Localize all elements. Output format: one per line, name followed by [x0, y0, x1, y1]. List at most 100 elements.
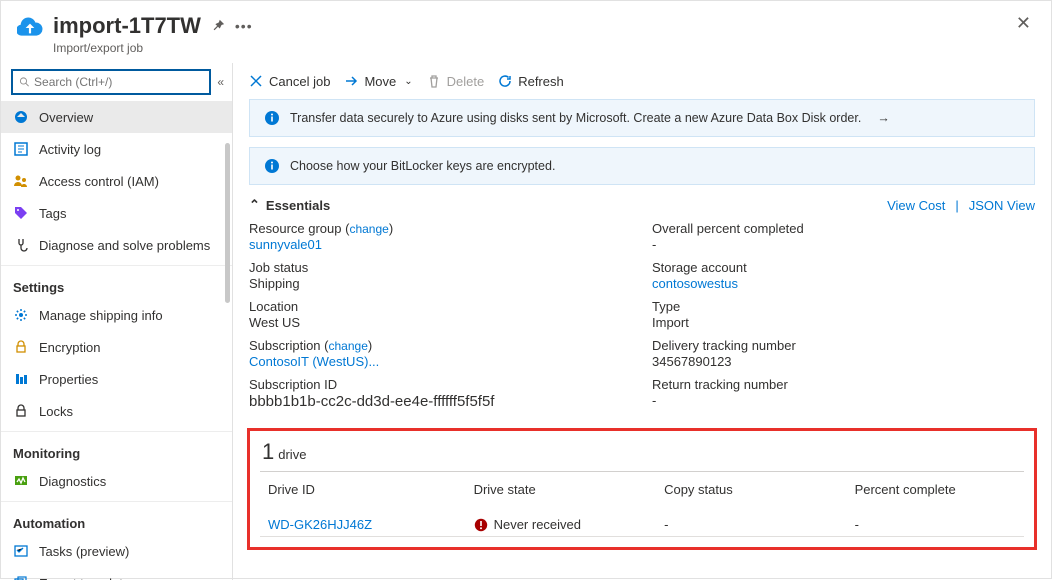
nav: Overview Activity log Access control (IA… — [1, 101, 232, 580]
view-cost-link[interactable]: View Cost — [887, 198, 945, 213]
banner-text: Transfer data securely to Azure using di… — [290, 111, 861, 125]
copy-status-cell: - — [658, 507, 847, 534]
collapse-sidebar-icon[interactable]: « — [217, 75, 224, 89]
nav-label: Diagnose and solve problems — [39, 238, 210, 253]
sidebar-item-locks[interactable]: Locks — [1, 395, 232, 427]
import-export-icon — [17, 15, 43, 41]
databox-banner[interactable]: Transfer data securely to Azure using di… — [249, 99, 1035, 137]
pin-icon[interactable] — [211, 18, 225, 35]
return-value: - — [652, 393, 1035, 408]
cancel-job-button[interactable]: Cancel job — [249, 74, 330, 89]
nav-label: Tags — [39, 206, 66, 221]
drive-state-text: Never received — [494, 517, 581, 532]
divider — [1, 265, 232, 266]
blade-header: import-1T7TW ••• Import/export job ✕ — [1, 1, 1051, 63]
section-automation: Automation — [1, 506, 232, 535]
refresh-icon — [498, 74, 512, 88]
delete-button: Delete — [427, 74, 485, 89]
chevron-down-icon: ⌄ — [404, 76, 412, 87]
button-label: Delete — [447, 74, 485, 89]
arrow-right-icon: → — [877, 111, 890, 125]
pct-label: Overall percent completed — [652, 221, 1035, 236]
sidebar-item-overview[interactable]: Overview — [1, 101, 232, 133]
refresh-button[interactable]: Refresh — [498, 74, 564, 89]
json-view-link[interactable]: JSON View — [969, 198, 1035, 213]
banner-text: Choose how your BitLocker keys are encry… — [290, 159, 555, 173]
return-label: Return tracking number — [652, 377, 1035, 392]
subid-label: Subscription ID — [249, 377, 632, 392]
divider: | — [955, 198, 958, 213]
change-link[interactable]: change — [329, 339, 368, 353]
command-bar: Cancel job Move ⌄ Delete Refresh — [233, 63, 1051, 99]
delivery-value: 34567890123 — [652, 354, 1035, 369]
drives-title: 1 drive — [262, 439, 1024, 465]
move-button[interactable]: Move ⌄ — [344, 74, 412, 89]
search-input-wrapper[interactable] — [11, 69, 211, 95]
sidebar-item-encryption[interactable]: Encryption — [1, 331, 232, 363]
storage-value[interactable]: contosowestus — [652, 276, 1035, 291]
bitlocker-banner[interactable]: Choose how your BitLocker keys are encry… — [249, 147, 1035, 185]
nav-label: Properties — [39, 372, 98, 387]
sidebar-item-iam[interactable]: Access control (IAM) — [1, 165, 232, 197]
table-row: WD-GK26HJJ46Z Never received - - — [262, 507, 1022, 534]
subid-value: bbbb1b1b-cc2c-dd3d-ee4e-ffffff5f5f5f — [249, 393, 632, 410]
move-icon — [344, 74, 358, 88]
info-icon — [264, 110, 280, 126]
activity-log-icon — [13, 141, 29, 157]
search-icon — [19, 76, 30, 88]
drive-state-cell: Never received — [468, 507, 657, 534]
location-value: West US — [249, 315, 632, 330]
more-menu-icon[interactable]: ••• — [235, 18, 253, 34]
nav-label: Encryption — [39, 340, 100, 355]
delivery-label: Delivery tracking number — [652, 338, 1035, 353]
sidebar-item-properties[interactable]: Properties — [1, 363, 232, 395]
iam-icon — [13, 173, 29, 189]
rg-label: Resource group — [249, 221, 342, 236]
sub-value[interactable]: ContosoIT (WestUS)... — [249, 354, 632, 369]
col-percent-complete: Percent complete — [849, 474, 1022, 505]
sidebar-item-tasks[interactable]: Tasks (preview) — [1, 535, 232, 567]
pct-value: - — [652, 237, 1035, 252]
gear-icon — [13, 307, 29, 323]
jobstatus-value: Shipping — [249, 276, 632, 291]
nav-label: Activity log — [39, 142, 101, 157]
sidebar-item-activity-log[interactable]: Activity log — [1, 133, 232, 165]
lock-icon — [13, 339, 29, 355]
divider — [1, 501, 232, 502]
sub-label: Subscription — [249, 338, 321, 353]
section-monitoring: Monitoring — [1, 436, 232, 465]
nav-label: Tasks (preview) — [39, 544, 129, 559]
sidebar: « Overview Activity log Access control (… — [1, 63, 233, 580]
drive-id-link[interactable]: WD-GK26HJJ46Z — [262, 507, 466, 534]
drive-count: 1 — [262, 439, 274, 465]
lock-icon — [13, 403, 29, 419]
type-value: Import — [652, 315, 1035, 330]
error-icon — [474, 518, 488, 532]
button-label: Refresh — [518, 74, 564, 89]
overview-icon — [13, 109, 29, 125]
rg-value[interactable]: sunnyvale01 — [249, 237, 632, 252]
col-drive-state: Drive state — [468, 474, 657, 505]
jobstatus-label: Job status — [249, 260, 632, 275]
essentials-toggle[interactable]: ⌃ Essentials — [249, 197, 330, 213]
col-drive-id: Drive ID — [262, 474, 466, 505]
sidebar-item-tags[interactable]: Tags — [1, 197, 232, 229]
sidebar-item-export-template[interactable]: Export template — [1, 567, 232, 580]
diagnose-icon — [13, 237, 29, 253]
sidebar-item-shipping[interactable]: Manage shipping info — [1, 299, 232, 331]
drives-panel: 1 drive Drive ID Drive state Copy status… — [247, 428, 1037, 550]
tasks-icon — [13, 543, 29, 559]
sidebar-item-diagnose[interactable]: Diagnose and solve problems — [1, 229, 232, 261]
button-label: Cancel job — [269, 74, 330, 89]
sidebar-item-diagnostics[interactable]: Diagnostics — [1, 465, 232, 497]
search-input[interactable] — [34, 75, 203, 89]
nav-label: Overview — [39, 110, 93, 125]
drives-table: Drive ID Drive state Copy status Percent… — [260, 471, 1024, 537]
change-link[interactable]: change — [349, 222, 388, 236]
resource-type-label: Import/export job — [53, 41, 1016, 55]
delete-icon — [427, 74, 441, 88]
chevron-up-icon: ⌃ — [249, 197, 260, 213]
scrollbar-thumb[interactable] — [225, 143, 230, 303]
close-icon[interactable]: ✕ — [1016, 13, 1031, 34]
info-icon — [264, 158, 280, 174]
